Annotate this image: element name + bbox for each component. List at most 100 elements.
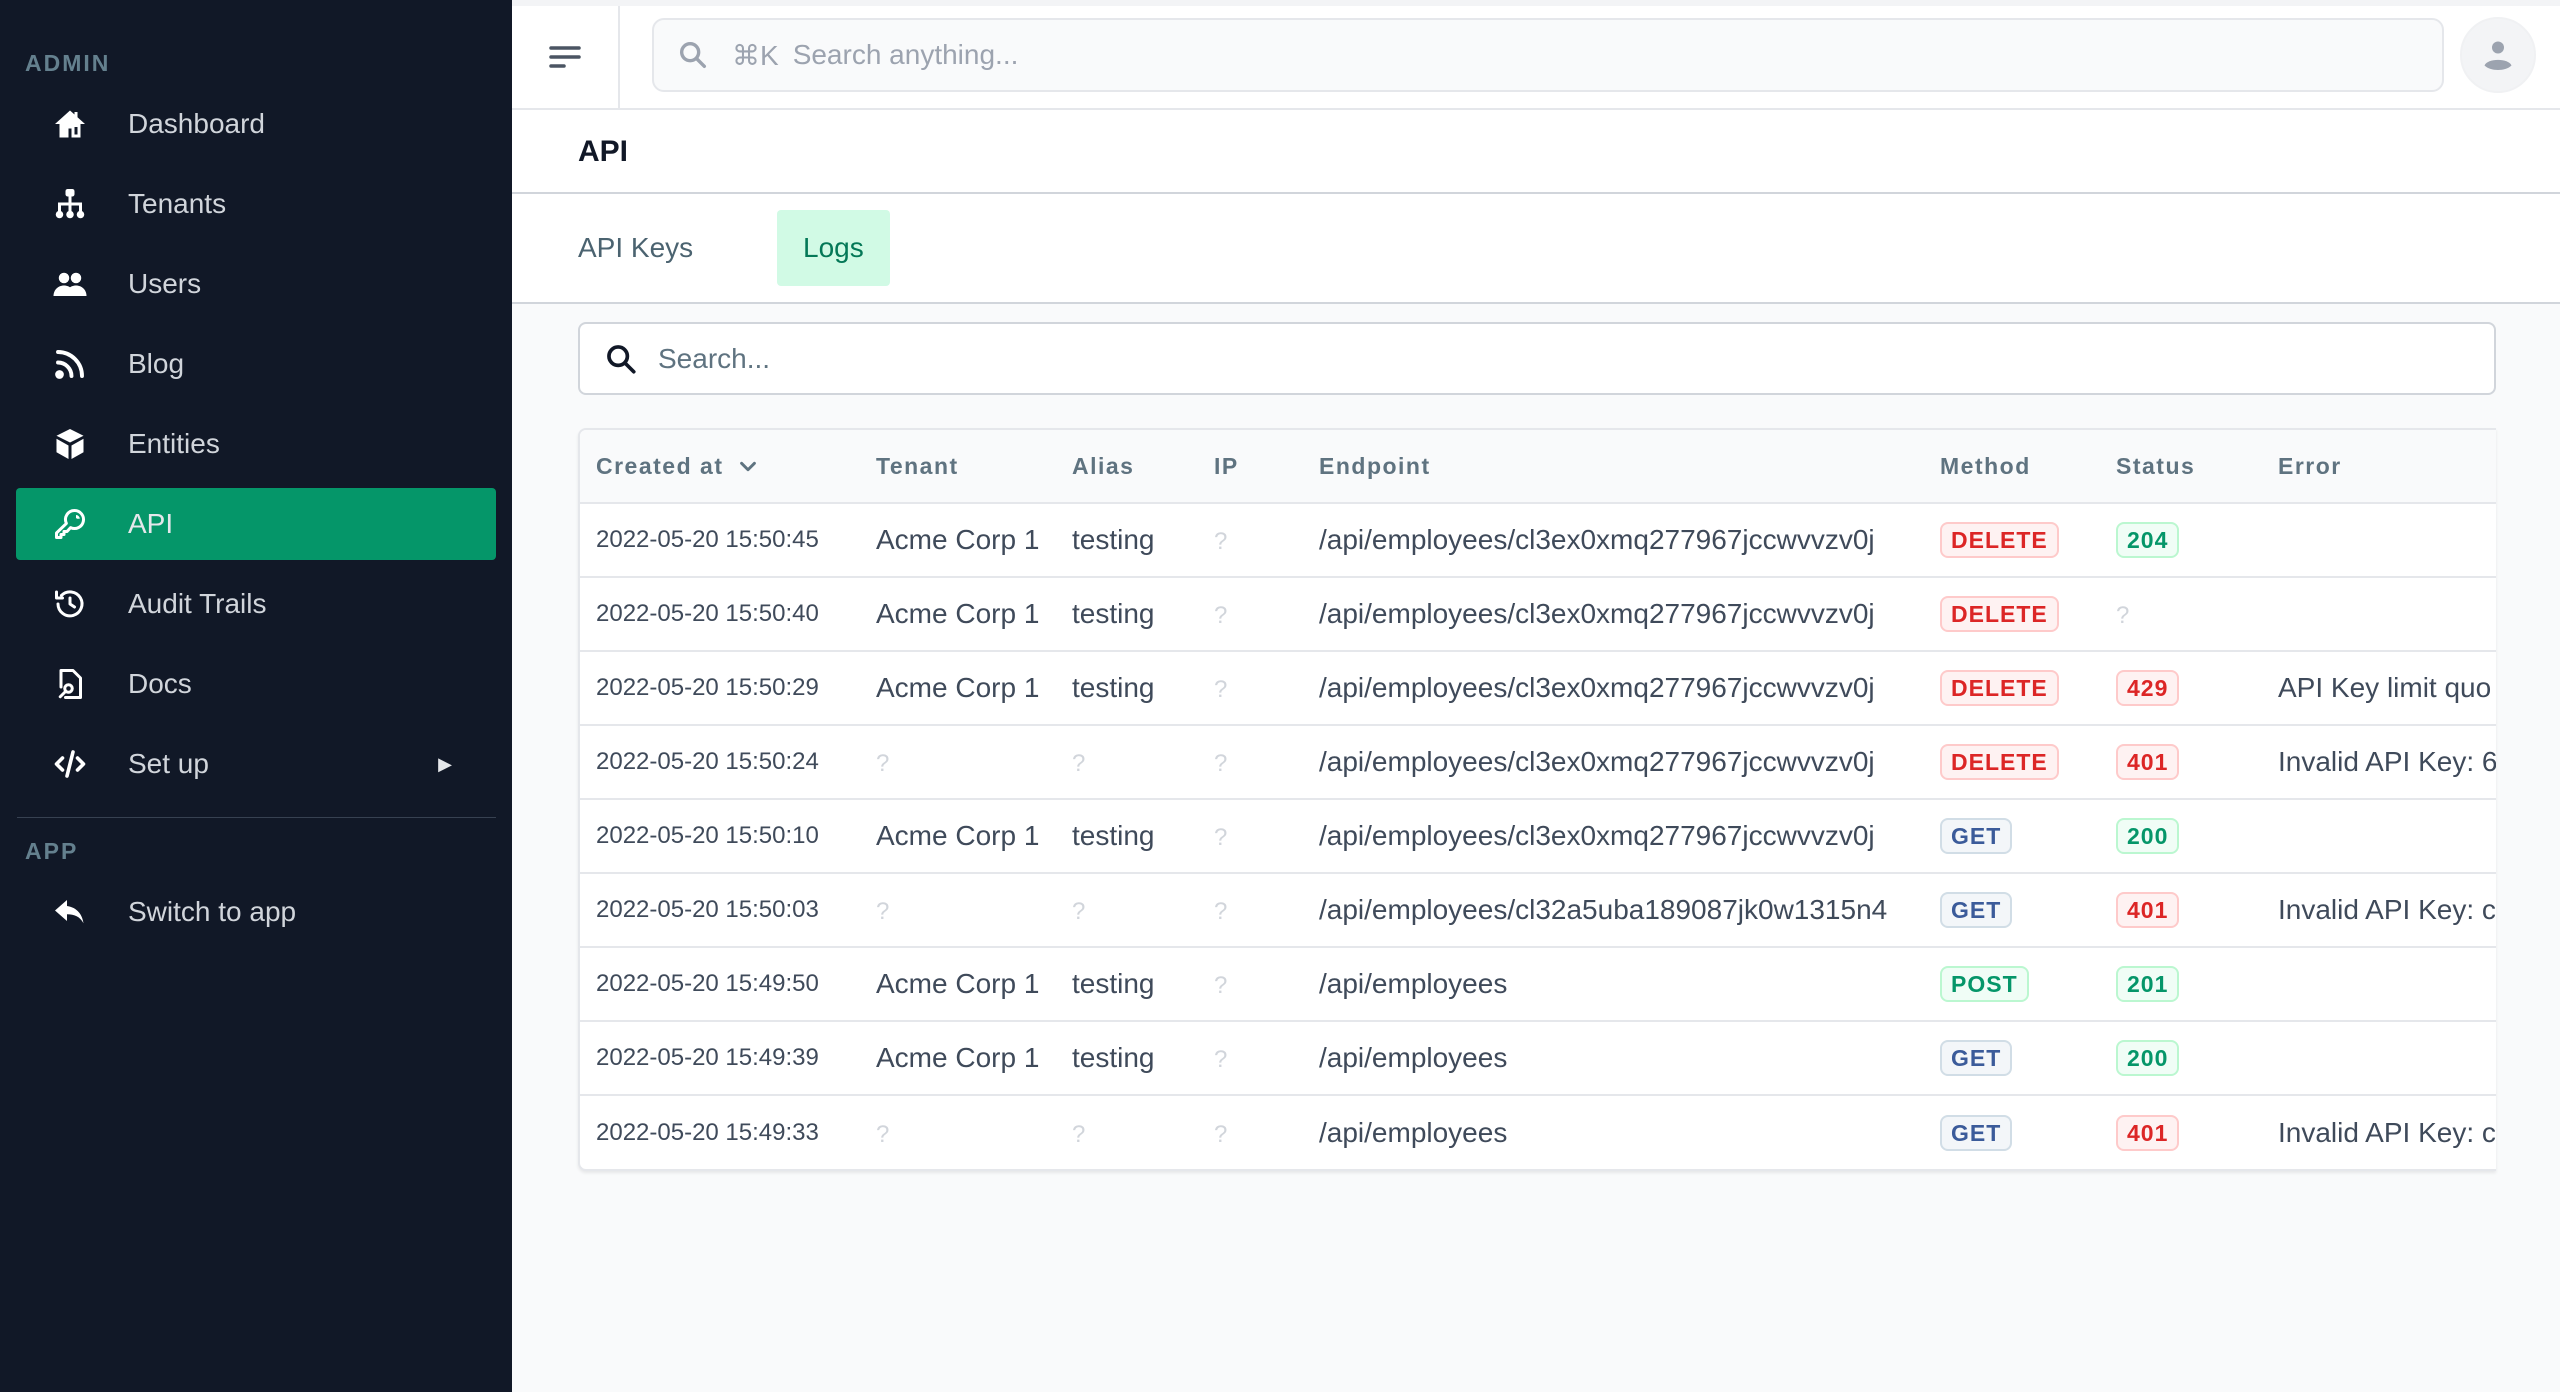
empty-value: ?	[876, 750, 890, 777]
logs-table-container: Created at Tenant Alias IP Endpoint Meth…	[578, 428, 2496, 1171]
chevron-right-icon: ▶	[438, 753, 452, 774]
status-badge: 401	[2116, 892, 2180, 928]
logs-search-box[interactable]	[578, 322, 2496, 395]
sidebar-item-tenants[interactable]: Tenants	[16, 168, 496, 240]
user-avatar-button[interactable]	[2460, 17, 2536, 93]
cell-error: Invalid API Key: 6	[2262, 725, 2496, 800]
sidebar-item-dashboard[interactable]: Dashboard	[16, 88, 496, 160]
cell-error: Invalid API Key: c	[2262, 873, 2496, 948]
sidebar-item-switch-to-app[interactable]: Switch to app	[16, 876, 496, 948]
status-badge: 201	[2116, 966, 2180, 1002]
sidebar-item-label: Docs	[128, 668, 192, 699]
table-row[interactable]: 2022-05-20 15:49:50 Acme Corp 1 testing? /a…	[580, 947, 2496, 1022]
cell-endpoint: /api/employees	[1319, 1116, 1508, 1148]
cell-method: DELETE	[1924, 577, 2100, 652]
cell-status: ?	[2100, 577, 2262, 652]
menu-icon	[549, 46, 581, 68]
cell-ip: ?	[1198, 503, 1303, 578]
cell-error	[2262, 947, 2496, 1022]
sidebar-item-label: Users	[128, 268, 202, 299]
table-body: 2022-05-20 15:50:45 Acme Corp 1 testing?/a…	[580, 503, 2496, 1169]
empty-value: ?	[1214, 750, 1228, 777]
cell-created-at: 2022-05-20 15:50:45	[580, 503, 860, 578]
cell-alias: testing	[1056, 947, 1198, 1022]
status-badge: 204	[2116, 522, 2180, 558]
cell-method: DELETE	[1924, 651, 2100, 726]
sidebar-item-entities[interactable]: Entities	[16, 408, 496, 480]
cell-error: Invalid API Key: c	[2278, 1116, 2496, 1148]
sidebar-item-api[interactable]: API	[16, 488, 496, 560]
document-search-icon	[50, 664, 90, 704]
table-row[interactable]: 2022-05-20 15:50:40 Acme Corp 1 testing? /a…	[580, 577, 2496, 652]
tabs-bar: API Keys Logs	[512, 194, 2560, 304]
table-row[interactable]: 2022-05-20 15:50:45 Acme Corp 1 testing? /a…	[580, 503, 2496, 578]
cell-status: 401	[2100, 873, 2262, 948]
users-icon	[50, 264, 90, 304]
table-row[interactable]: 2022-05-20 15:50:03??? /api/employees/cl3…	[580, 873, 2496, 948]
table-row[interactable]: 2022-05-20 15:50:29 Acme Corp 1 testing? /a…	[580, 651, 2496, 726]
method-badge: DELETE	[1940, 670, 2059, 706]
empty-value: ?	[1072, 750, 1086, 777]
cell-method: GET	[1924, 873, 2100, 948]
cell-method: GET	[1924, 1095, 2100, 1169]
cell-status: 401	[2100, 1095, 2262, 1169]
cell-alias: ?	[1056, 725, 1198, 800]
cell-alias: testing	[1056, 503, 1198, 578]
user-icon	[2484, 41, 2512, 70]
cell-ip: ?	[1198, 725, 1303, 800]
history-icon	[50, 584, 90, 624]
table-row[interactable]: 2022-05-20 15:49:39 Acme Corp 1 testing? /a…	[580, 1021, 2496, 1096]
table-row[interactable]: 2022-05-20 15:50:24??? /api/employees/cl3…	[580, 725, 2496, 800]
logs-search-input[interactable]	[658, 342, 2358, 375]
sidebar-item-label: Entities	[128, 428, 220, 459]
empty-value: ?	[1214, 824, 1228, 851]
sidebar-item-docs[interactable]: Docs	[16, 648, 496, 720]
cell-status: 204	[2100, 503, 2262, 578]
sidebar-item-blog[interactable]: Blog	[16, 328, 496, 400]
cell-tenant: ?	[860, 725, 1056, 800]
page-title-bar: API	[512, 110, 2560, 194]
cell-created-at: 2022-05-20 15:50:10	[580, 799, 860, 874]
sidebar: ADMIN Dashboard Tenants Users Blog Entit…	[0, 0, 512, 1392]
global-search-input[interactable]	[792, 39, 2293, 71]
cell-endpoint: /api/employees/cl3ex0xmq277967jccwvvzv0j	[1303, 799, 1924, 874]
tab-api-keys[interactable]: API Keys	[552, 210, 719, 286]
cell-ip: ?	[1198, 651, 1303, 726]
global-search-box[interactable]: ⌘K	[652, 18, 2444, 92]
sidebar-item-audit-trails[interactable]: Audit Trails	[16, 568, 496, 640]
cell-status: 200	[2100, 799, 2262, 874]
cell-created-at: 2022-05-20 15:49:33	[596, 1118, 819, 1146]
tab-logs[interactable]: Logs	[777, 210, 890, 286]
key-icon	[50, 504, 90, 544]
table-row[interactable]: 2022-05-20 15:49:33??? /api/employees GET 4…	[580, 1095, 2496, 1169]
cell-error	[2262, 503, 2496, 578]
cell-alias: testing	[1056, 577, 1198, 652]
column-header-status: Status	[2100, 430, 2262, 504]
home-icon	[50, 104, 90, 144]
cell-tenant: Acme Corp 1	[860, 947, 1056, 1022]
cell-tenant: Acme Corp 1	[860, 577, 1056, 652]
method-badge: POST	[1940, 966, 2029, 1002]
cell-method: GET	[1924, 1021, 2100, 1096]
sidebar-item-set-up[interactable]: Set up ▶	[16, 728, 496, 800]
sidebar-item-users[interactable]: Users	[16, 248, 496, 320]
column-header-alias: Alias	[1056, 430, 1198, 504]
cell-tenant: Acme Corp 1	[860, 799, 1056, 874]
search-icon	[679, 41, 707, 69]
cell-endpoint: /api/employees/cl32a5uba189087jk0w1315n4	[1303, 873, 1924, 948]
table-row[interactable]: 2022-05-20 15:50:10 Acme Corp 1 testing? /a…	[580, 799, 2496, 874]
method-badge: DELETE	[1940, 522, 2059, 558]
cube-icon	[50, 424, 90, 464]
cell-tenant: Acme Corp 1	[860, 651, 1056, 726]
menu-toggle-button[interactable]	[512, 6, 620, 108]
sidebar-divider	[17, 817, 496, 818]
cell-tenant: ?	[860, 1095, 1056, 1169]
sidebar-section-app: APP	[25, 838, 79, 864]
status-badge: 401	[2116, 744, 2180, 780]
column-header-created-at[interactable]: Created at	[580, 430, 860, 504]
method-badge: GET	[1940, 892, 2013, 928]
cell-ip: ?	[1198, 577, 1303, 652]
empty-value: ?	[1214, 1046, 1228, 1073]
sidebar-item-label: API	[128, 508, 174, 539]
status-badge: 200	[2116, 818, 2180, 854]
